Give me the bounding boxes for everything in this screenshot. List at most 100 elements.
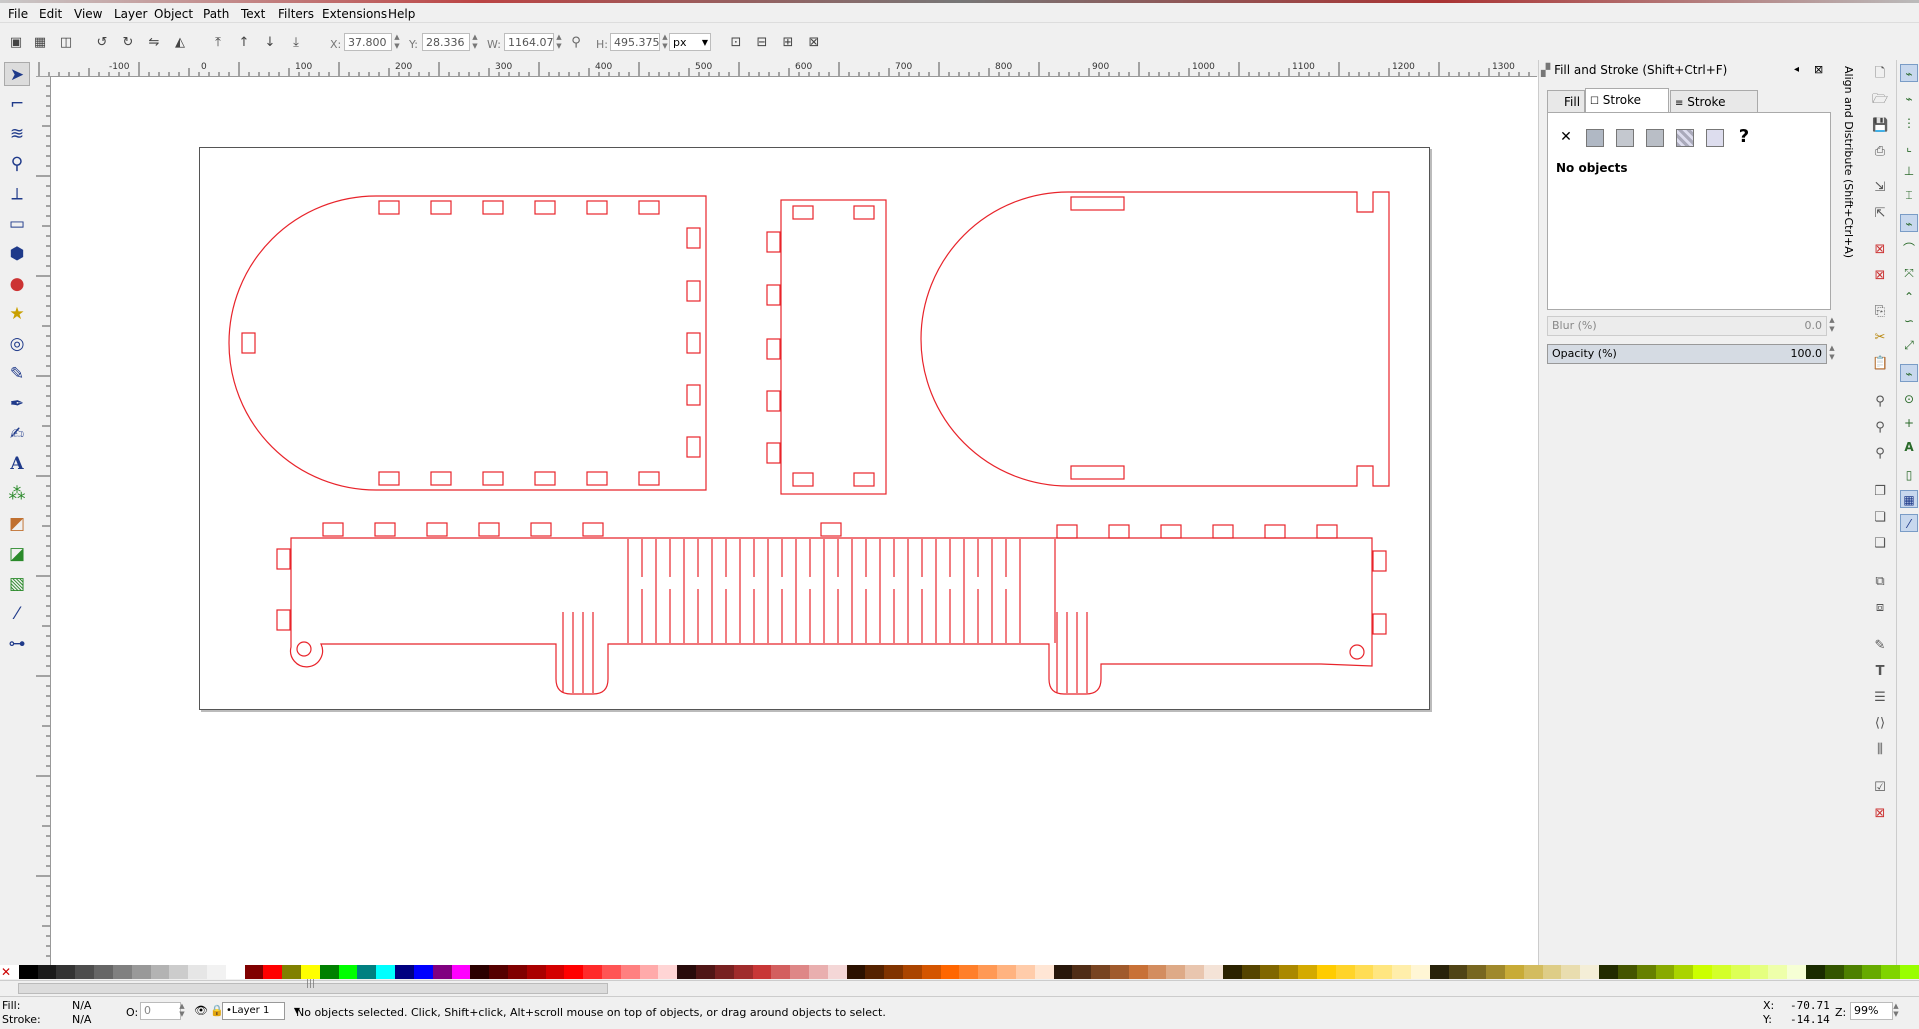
palette-swatch[interactable] [489,965,508,979]
cut-icon[interactable]: ✂ [1872,330,1888,346]
palette-swatch[interactable] [319,965,339,979]
palette-swatch[interactable] [507,965,527,979]
opacity-spin-icon[interactable]: ▲ ▼ [1828,344,1836,362]
palette-swatch[interactable] [1354,965,1374,979]
palette-swatch[interactable] [997,965,1016,979]
palette-swatch[interactable] [564,965,584,979]
palette-swatch[interactable] [1072,965,1092,979]
palette-swatch[interactable] [225,965,245,979]
palette-swatch[interactable] [451,965,471,979]
palette-swatch[interactable] [1109,965,1129,979]
gradient-tool-icon[interactable]: ▧ [4,572,30,596]
h-input[interactable]: 495.375 [610,33,660,51]
zoom-input[interactable]: 99% [1850,1002,1893,1020]
opacity-slider[interactable]: Opacity (%) 100.0 [1547,344,1827,364]
dropper-tool-icon[interactable]: ⁄ [4,602,30,626]
horizontal-ruler[interactable]: -100 0 100 200 300 400 500 600 700 800 9… [37,60,1537,77]
palette-swatch[interactable] [169,965,189,979]
text-font-icon[interactable]: T [1872,664,1888,680]
snap-guides-icon[interactable]: ⁄ [1900,514,1918,532]
raise-icon[interactable]: ↑ [236,35,252,51]
palette-swatch[interactable] [1806,965,1825,979]
palette-swatch[interactable] [1693,965,1712,979]
snap-rotation-center-icon[interactable]: + [1900,414,1918,432]
palette-swatch[interactable] [1900,965,1919,979]
vertical-ruler[interactable] [34,76,51,966]
palette-swatch[interactable] [282,965,301,979]
clone-icon[interactable]: ❏ [1872,510,1888,526]
x-spin-icon[interactable]: ▲ ▼ [393,33,401,51]
palette-swatch[interactable] [470,965,490,979]
drawing-canvas[interactable] [51,77,1538,966]
undo-icon[interactable]: ⊠ [1872,242,1888,258]
palette-swatch[interactable] [1636,965,1656,979]
w-spin-icon[interactable]: ▲ ▼ [555,33,563,51]
palette-swatch[interactable] [1523,965,1543,979]
palette-swatch[interactable] [94,965,113,979]
rotate-cw-icon[interactable]: ↻ [120,35,136,51]
palette-swatch[interactable] [1448,965,1468,979]
layer-select[interactable]: •Layer 1 ▼ [222,1002,300,1020]
align-icon[interactable]: ⫼ [1872,742,1888,758]
palette-swatch[interactable] [526,965,546,979]
snap-others-icon[interactable]: ⌁ [1900,364,1918,382]
color-palette[interactable]: ✕ [0,965,1919,979]
palette-swatch[interactable] [432,965,452,979]
palette-swatch[interactable] [790,965,809,979]
open-icon[interactable]: 🗁 [1872,92,1888,108]
document-properties-icon[interactable]: ⊠ [1872,806,1888,822]
unset-paint-icon[interactable]: ? [1734,127,1754,147]
export-icon[interactable]: ⇱ [1872,206,1888,222]
visibility-icon[interactable]: 👁 [194,1004,208,1017]
no-paint-icon[interactable]: ✕ [1556,127,1576,147]
pattern-icon[interactable] [1676,129,1694,147]
connector-tool-icon[interactable]: ⊶ [4,632,30,656]
align-distribute-tab[interactable]: Align and Distribute (Shift+Ctrl+A) [1840,60,1862,320]
palette-swatch[interactable] [1655,965,1675,979]
palette-swatch[interactable] [1015,965,1035,979]
menu-text[interactable]: Text [241,7,265,21]
radial-gradient-icon[interactable] [1646,129,1664,147]
palette-swatch[interactable] [1542,965,1562,979]
flip-horizontal-icon[interactable]: ⇋ [146,35,162,51]
palette-swatch[interactable] [752,965,772,979]
menu-layer[interactable]: Layer [114,7,147,21]
snap-bbox-midpoints-icon[interactable]: ⊥ [1900,162,1918,180]
transform-gradients-icon[interactable]: ⊞ [780,35,796,51]
palette-swatch[interactable] [263,965,283,979]
redo-icon[interactable]: ⊠ [1872,268,1888,284]
palette-swatch[interactable] [1034,965,1054,979]
palette-swatch[interactable] [696,965,715,979]
palette-swatch[interactable] [112,965,132,979]
palette-swatch[interactable] [620,965,640,979]
palette-swatch[interactable] [37,965,57,979]
palette-swatch[interactable] [150,965,170,979]
w-input[interactable]: 1164.07 [504,33,554,51]
palette-swatch[interactable] [1881,965,1901,979]
node-tool-icon[interactable]: ⌐ [4,92,30,116]
menu-object[interactable]: Object [154,7,193,21]
palette-swatch[interactable] [1580,965,1600,979]
unlink-clone-icon[interactable]: ❑ [1872,536,1888,552]
snap-nodes-icon[interactable]: ⌁ [1900,214,1918,232]
text-tool-icon[interactable]: A [4,452,30,476]
h-spin-icon[interactable]: ▲ ▼ [661,33,669,51]
tab-stroke-style[interactable]: ≡ Stroke style [1670,90,1758,133]
palette-swatch[interactable] [903,965,922,979]
select-all-icon[interactable]: ▣ [8,35,24,51]
lower-icon[interactable]: ↓ [262,35,278,51]
opacity-spin-icon[interactable]: ▲ ▼ [178,1002,186,1018]
palette-swatch[interactable] [865,965,885,979]
palette-swatch[interactable] [1674,965,1694,979]
palette-swatch[interactable] [413,965,433,979]
palette-swatch[interactable] [1410,965,1430,979]
snap-bbox-corners-icon[interactable]: ⌞ [1900,138,1918,156]
zoom-spin-icon[interactable]: ▲ ▼ [1892,1002,1900,1018]
tweak-tool-icon[interactable]: ≋ [4,122,30,146]
palette-swatch[interactable] [1335,965,1355,979]
snap-bbox-centers-icon[interactable]: ⌶ [1900,186,1918,204]
palette-swatch[interactable] [56,965,76,979]
opacity-input[interactable]: 0 [140,1002,181,1020]
scale-stroke-icon[interactable]: ⊡ [728,35,744,51]
flat-color-icon[interactable] [1586,129,1604,147]
